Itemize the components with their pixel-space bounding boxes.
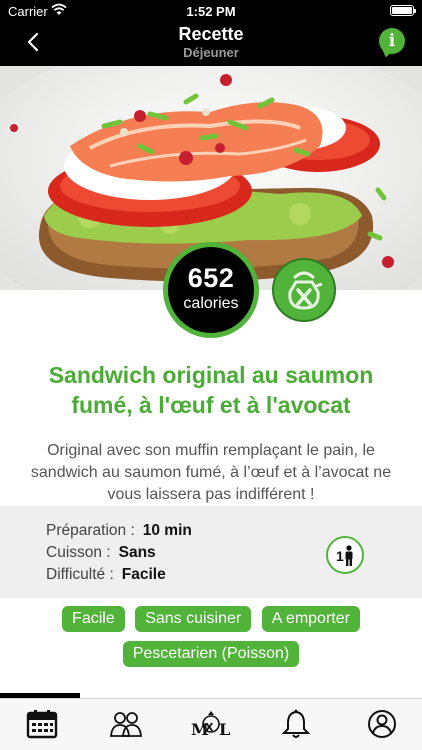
- calories-unit: calories: [183, 295, 239, 312]
- mxl-logo[interactable]: M X L: [190, 709, 232, 739]
- tag-list: Facile Sans cuisiner A emporter Pescetar…: [0, 606, 422, 676]
- profile-icon[interactable]: [366, 709, 398, 739]
- navigation-bar: Recette Déjeuner i: [0, 22, 422, 66]
- svg-text:X: X: [205, 721, 214, 734]
- page-subtitle: Déjeuner: [183, 45, 239, 60]
- calories-badge: 652 calories: [163, 242, 259, 338]
- tag-a-emporter[interactable]: A emporter: [261, 606, 360, 632]
- tab-bar: M X L: [0, 698, 422, 750]
- difficulty-label: Difficulté :: [46, 566, 114, 583]
- clock-label: 1:52 PM: [186, 4, 236, 19]
- servings-count: 1: [336, 548, 344, 564]
- cooking-row: Cuisson : Sans: [46, 544, 156, 562]
- recipe-description: Original avec son muffin remplaçant le p…: [30, 442, 392, 503]
- preparation-value: 10 min: [142, 522, 192, 539]
- svg-text:L: L: [219, 720, 230, 739]
- preparation-label: Préparation :: [46, 522, 135, 539]
- tag-sans-cuisiner[interactable]: Sans cuisiner: [135, 606, 252, 632]
- tag-facile[interactable]: Facile: [62, 606, 125, 632]
- servings-button[interactable]: 1: [326, 536, 364, 574]
- info-button[interactable]: i: [379, 28, 405, 54]
- recipe-details-panel: Préparation : 10 min Cuisson : Sans Diffic…: [0, 506, 422, 598]
- tag-pescetarien[interactable]: Pescetarien (Poisson): [122, 641, 300, 667]
- battery-icon: [390, 5, 416, 16]
- page-title: Recette: [178, 24, 244, 44]
- no-cooking-icon: [272, 258, 336, 322]
- status-bar: Carrier 1:52 PM: [0, 0, 422, 22]
- community-icon[interactable]: [109, 709, 143, 739]
- bell-icon[interactable]: [280, 709, 312, 739]
- difficulty-row: Difficulté : Facile: [46, 566, 166, 584]
- cooking-label: Cuisson :: [46, 544, 111, 561]
- calories-value: 652: [187, 263, 235, 293]
- person-icon: [345, 545, 353, 566]
- recipe-title: Sandwich original au saumon fumé, à l'œu…: [48, 362, 374, 418]
- difficulty-value: Facile: [121, 566, 166, 583]
- calendar-icon[interactable]: [26, 709, 58, 739]
- preparation-row: Préparation : 10 min: [46, 522, 192, 540]
- cooking-value: Sans: [118, 544, 156, 561]
